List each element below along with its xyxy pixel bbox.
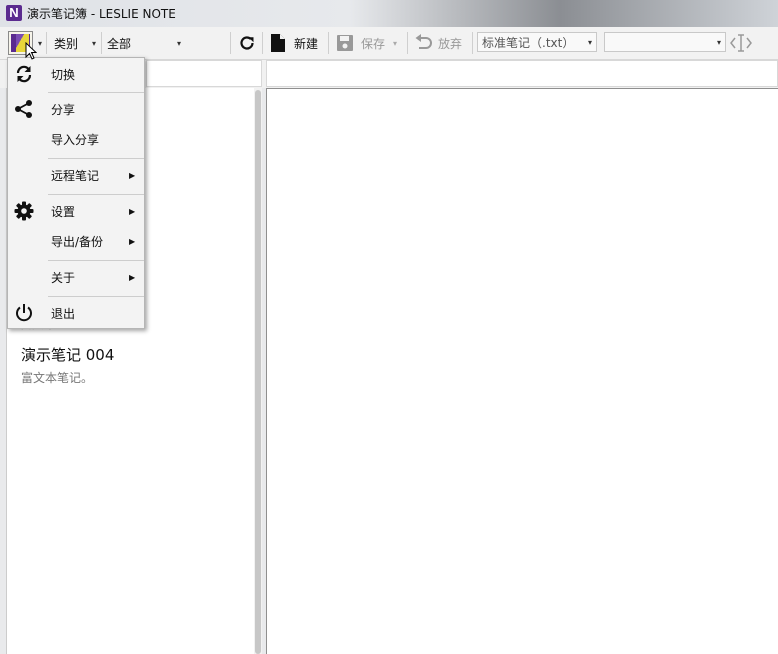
discard-button[interactable]: 放弃 bbox=[414, 27, 462, 59]
text-width-button[interactable] bbox=[730, 27, 752, 59]
chevron-down-icon: ▾ bbox=[92, 38, 97, 48]
toolbar-divider bbox=[262, 32, 263, 54]
note-editor[interactable] bbox=[266, 88, 778, 654]
note-list-scrollbar[interactable] bbox=[254, 88, 262, 654]
refresh-button[interactable] bbox=[238, 27, 256, 59]
menu-item-label: 退出 bbox=[51, 306, 76, 321]
menu-item-label: 导出/备份 bbox=[51, 234, 104, 249]
new-label: 新建 bbox=[294, 36, 319, 51]
menu-item-label: 分享 bbox=[51, 102, 76, 117]
menu-item-import-share[interactable]: 导入分享 bbox=[8, 124, 144, 154]
menu-item-label: 切换 bbox=[51, 67, 76, 82]
chevron-right-icon: ▶ bbox=[129, 170, 136, 180]
format-select[interactable]: 标准笔记（.txt） ▾ bbox=[477, 32, 597, 52]
note-subtitle: 富文本笔记。 bbox=[21, 371, 94, 385]
menu-item-export-backup[interactable]: 导出/备份 ▶ bbox=[8, 226, 144, 256]
menu-item-label: 设置 bbox=[51, 204, 76, 219]
refresh-icon bbox=[240, 36, 254, 50]
gear-icon bbox=[13, 200, 35, 222]
menu-item-settings[interactable]: 设置 ▶ bbox=[8, 196, 144, 226]
main-menu: 切换 分享 导入分享 远程笔记 ▶ 设置 ▶ 导出/备份 ▶ 关于 ▶ 退出 bbox=[7, 57, 145, 329]
chevron-down-icon: ▾ bbox=[177, 38, 182, 48]
font-select[interactable]: ▾ bbox=[604, 32, 726, 52]
window-title: 演示笔记簿 - LESLIE NOTE bbox=[27, 7, 176, 21]
menu-divider bbox=[48, 92, 144, 93]
note-title-field[interactable] bbox=[266, 60, 778, 87]
list-item[interactable]: 演示笔记 004 富文本笔记。 bbox=[21, 344, 114, 386]
chevron-right-icon: ▶ bbox=[129, 236, 136, 246]
mouse-pointer-icon bbox=[25, 42, 37, 60]
menu-item-remote-notes[interactable]: 远程笔记 ▶ bbox=[8, 160, 144, 190]
toolbar-divider bbox=[328, 32, 329, 54]
menu-divider bbox=[48, 260, 144, 261]
new-file-icon bbox=[271, 34, 285, 52]
sync-icon bbox=[13, 63, 35, 85]
note-title: 演示笔记 004 bbox=[21, 346, 115, 364]
undo-icon bbox=[415, 34, 432, 49]
toolbar-divider bbox=[472, 32, 473, 54]
menu-item-about[interactable]: 关于 ▶ bbox=[8, 262, 144, 292]
toolbar-divider bbox=[46, 32, 47, 54]
toolbar-divider bbox=[230, 32, 231, 54]
chevron-down-icon: ▾ bbox=[716, 37, 721, 47]
title-bar: N 演示笔记簿 - LESLIE NOTE bbox=[0, 0, 778, 27]
app-logo-icon: N bbox=[6, 5, 22, 21]
new-button[interactable]: 新建 bbox=[270, 27, 318, 59]
power-icon bbox=[13, 302, 35, 324]
menu-item-exit[interactable]: 退出 bbox=[8, 298, 144, 328]
category-label: 类别 bbox=[54, 36, 79, 51]
chevron-down-icon: ▾ bbox=[587, 37, 592, 47]
menu-divider bbox=[48, 296, 144, 297]
menu-item-switch[interactable]: 切换 bbox=[8, 59, 144, 89]
save-icon bbox=[337, 35, 353, 51]
filter-value: 全部 bbox=[107, 36, 132, 51]
chevron-down-icon: ▾ bbox=[393, 38, 398, 48]
menu-item-label: 导入分享 bbox=[51, 132, 100, 147]
menu-divider bbox=[48, 194, 144, 195]
save-label: 保存 bbox=[361, 36, 386, 51]
share-icon bbox=[13, 98, 35, 120]
chevron-right-icon: ▶ bbox=[129, 206, 136, 216]
toolbar-divider bbox=[101, 32, 102, 54]
discard-label: 放弃 bbox=[438, 36, 463, 51]
filter-dropdown[interactable]: 全部 ▾ bbox=[107, 27, 185, 59]
menu-item-label: 关于 bbox=[51, 270, 76, 285]
menu-divider bbox=[48, 158, 144, 159]
scrollbar-thumb[interactable] bbox=[255, 90, 261, 654]
format-value: 标准笔记（.txt） bbox=[482, 35, 575, 50]
toolbar-divider bbox=[407, 32, 408, 54]
category-dropdown[interactable]: 类别 ▾ bbox=[54, 27, 96, 59]
text-cursor-icon bbox=[730, 34, 752, 52]
save-button[interactable]: 保存 ▾ bbox=[336, 27, 397, 59]
menu-item-share[interactable]: 分享 bbox=[8, 94, 144, 124]
menu-item-label: 远程笔记 bbox=[51, 168, 100, 183]
chevron-right-icon: ▶ bbox=[129, 272, 136, 282]
search-input[interactable] bbox=[146, 60, 262, 87]
toolbar: ▾ 类别 ▾ 全部 ▾ 新建 保存 ▾ 放弃 标准笔记（.txt） ▾ ▾ bbox=[0, 27, 778, 60]
